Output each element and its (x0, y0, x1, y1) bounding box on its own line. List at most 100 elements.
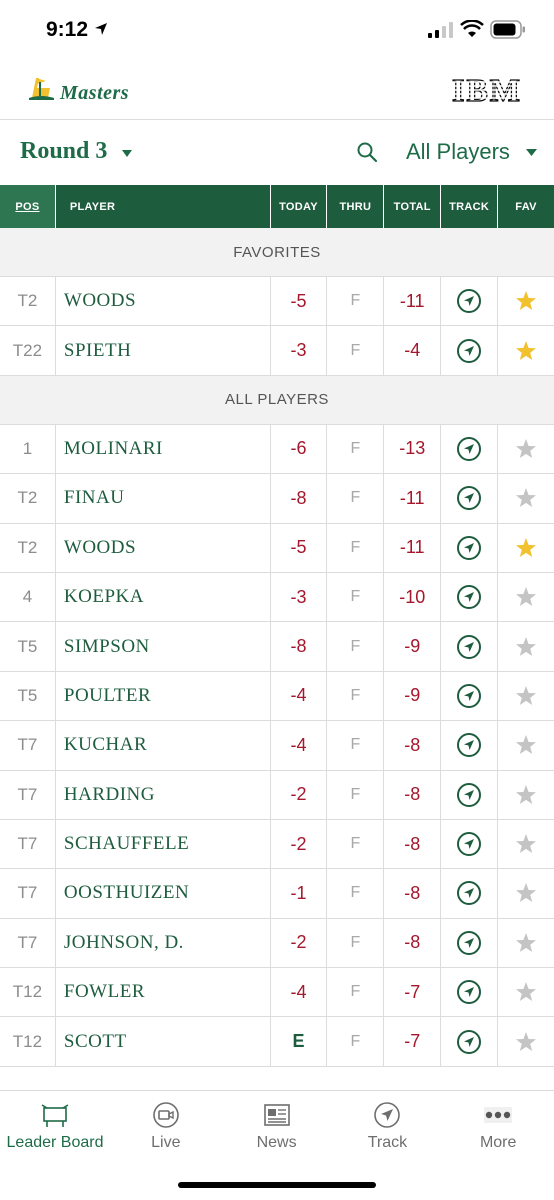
track-arrow-icon[interactable] (456, 930, 482, 956)
cell-fav[interactable] (498, 968, 554, 1016)
table-row[interactable]: T12 SCOTT E F -7 (0, 1017, 554, 1067)
star-icon[interactable] (515, 734, 537, 756)
cell-track[interactable] (441, 424, 499, 474)
cell-track[interactable] (441, 968, 499, 1017)
table-row[interactable]: 4 KOEPKA -3 F -10 (0, 572, 554, 623)
cell-fav[interactable] (498, 919, 554, 967)
star-icon[interactable] (515, 685, 537, 707)
cell-player[interactable]: SIMPSON (56, 622, 271, 671)
cell-fav[interactable] (498, 869, 554, 917)
star-icon[interactable] (515, 784, 537, 806)
cell-track[interactable] (441, 277, 499, 326)
cell-track[interactable] (441, 721, 499, 770)
table-row[interactable]: T7 KUCHAR -4 F -8 (0, 721, 554, 771)
table-row[interactable]: T5 SIMPSON -8 F -9 (0, 622, 554, 672)
track-arrow-icon[interactable] (456, 584, 482, 610)
cell-fav[interactable] (498, 326, 554, 374)
header-pos[interactable]: POS (0, 185, 56, 228)
cell-fav[interactable] (498, 1017, 554, 1065)
star-icon[interactable] (515, 438, 537, 460)
cell-fav[interactable] (498, 425, 554, 473)
track-arrow-icon[interactable] (456, 535, 482, 561)
cell-track[interactable] (441, 326, 499, 375)
cell-fav[interactable] (498, 474, 554, 522)
header-today[interactable]: TODAY (271, 185, 328, 228)
header-player[interactable]: PLAYER (56, 185, 271, 228)
cell-track[interactable] (441, 918, 499, 968)
star-icon[interactable] (515, 932, 537, 954)
tab-leader-board[interactable]: Leader Board (0, 1091, 110, 1161)
cell-player[interactable]: WOODS (56, 523, 271, 572)
cell-player[interactable]: OOSTHUIZEN (56, 869, 271, 918)
cell-player[interactable]: POULTER (56, 671, 271, 721)
tab-news[interactable]: News (222, 1091, 332, 1161)
track-arrow-icon[interactable] (456, 979, 482, 1005)
cell-player[interactable]: FINAU (56, 474, 271, 523)
cell-fav[interactable] (498, 277, 554, 325)
star-filled-icon[interactable] (515, 290, 537, 312)
header-fav[interactable]: FAV (498, 185, 554, 228)
track-arrow-icon[interactable] (456, 436, 482, 462)
search-icon[interactable] (356, 141, 378, 163)
cell-track[interactable] (441, 819, 499, 869)
cell-player[interactable]: WOODS (56, 277, 271, 326)
track-arrow-icon[interactable] (456, 634, 482, 660)
star-icon[interactable] (515, 882, 537, 904)
table-row[interactable]: T7 JOHNSON, D. -2 F -8 (0, 918, 554, 969)
table-row[interactable]: T7 HARDING -2 F -8 (0, 770, 554, 820)
cell-player[interactable]: FOWLER (56, 968, 271, 1017)
track-arrow-icon[interactable] (456, 732, 482, 758)
cell-player[interactable]: JOHNSON, D. (56, 918, 271, 968)
cell-fav[interactable] (498, 672, 554, 720)
chevron-down-icon[interactable] (122, 150, 132, 157)
table-row[interactable]: T7 SCHAUFFELE -2 F -8 (0, 819, 554, 870)
cell-player[interactable]: KOEPKA (56, 572, 271, 622)
star-icon[interactable] (515, 487, 537, 509)
cell-player[interactable]: MOLINARI (56, 424, 271, 474)
cell-player[interactable]: HARDING (56, 770, 271, 819)
header-total[interactable]: TOTAL (384, 185, 442, 228)
tab-more[interactable]: More (443, 1091, 553, 1161)
cell-track[interactable] (441, 1017, 499, 1066)
tab-live[interactable]: Live (111, 1091, 221, 1161)
cell-track[interactable] (441, 622, 499, 671)
cell-fav[interactable] (498, 721, 554, 769)
track-arrow-icon[interactable] (456, 782, 482, 808)
cell-fav[interactable] (498, 820, 554, 868)
round-select[interactable]: Round 3 (20, 138, 107, 165)
cell-fav[interactable] (498, 573, 554, 621)
star-icon[interactable] (515, 981, 537, 1003)
track-arrow-icon[interactable] (456, 1029, 482, 1055)
table-row[interactable]: T2 WOODS -5 F -11 (0, 277, 554, 327)
track-arrow-icon[interactable] (456, 831, 482, 857)
star-icon[interactable] (515, 833, 537, 855)
star-filled-icon[interactable] (515, 340, 537, 362)
table-row[interactable]: 1 MOLINARI -6 F -13 (0, 424, 554, 475)
tab-track[interactable]: Track (332, 1091, 442, 1161)
cell-fav[interactable] (498, 771, 554, 819)
star-filled-icon[interactable] (515, 537, 537, 559)
track-arrow-icon[interactable] (456, 338, 482, 364)
cell-track[interactable] (441, 671, 499, 721)
table-row[interactable]: T2 WOODS -5 F -11 (0, 523, 554, 573)
track-arrow-icon[interactable] (456, 880, 482, 906)
cell-player[interactable]: SCOTT (56, 1017, 271, 1066)
table-row[interactable]: T22 SPIETH -3 F -4 (0, 326, 554, 376)
cell-track[interactable] (441, 474, 499, 523)
players-filter-select[interactable]: All Players (406, 139, 510, 165)
chevron-down-icon[interactable] (526, 149, 537, 156)
table-row[interactable]: T2 FINAU -8 F -11 (0, 474, 554, 524)
table-row[interactable]: T7 OOSTHUIZEN -1 F -8 (0, 869, 554, 919)
track-arrow-icon[interactable] (456, 485, 482, 511)
star-icon[interactable] (515, 586, 537, 608)
table-row[interactable]: T5 POULTER -4 F -9 (0, 671, 554, 722)
cell-fav[interactable] (498, 622, 554, 670)
cell-track[interactable] (441, 770, 499, 819)
cell-track[interactable] (441, 869, 499, 918)
star-icon[interactable] (515, 636, 537, 658)
cell-player[interactable]: KUCHAR (56, 721, 271, 770)
track-arrow-icon[interactable] (456, 683, 482, 709)
table-row[interactable]: T12 FOWLER -4 F -7 (0, 968, 554, 1018)
cell-player[interactable]: SCHAUFFELE (56, 819, 271, 869)
cell-player[interactable]: SPIETH (56, 326, 271, 375)
